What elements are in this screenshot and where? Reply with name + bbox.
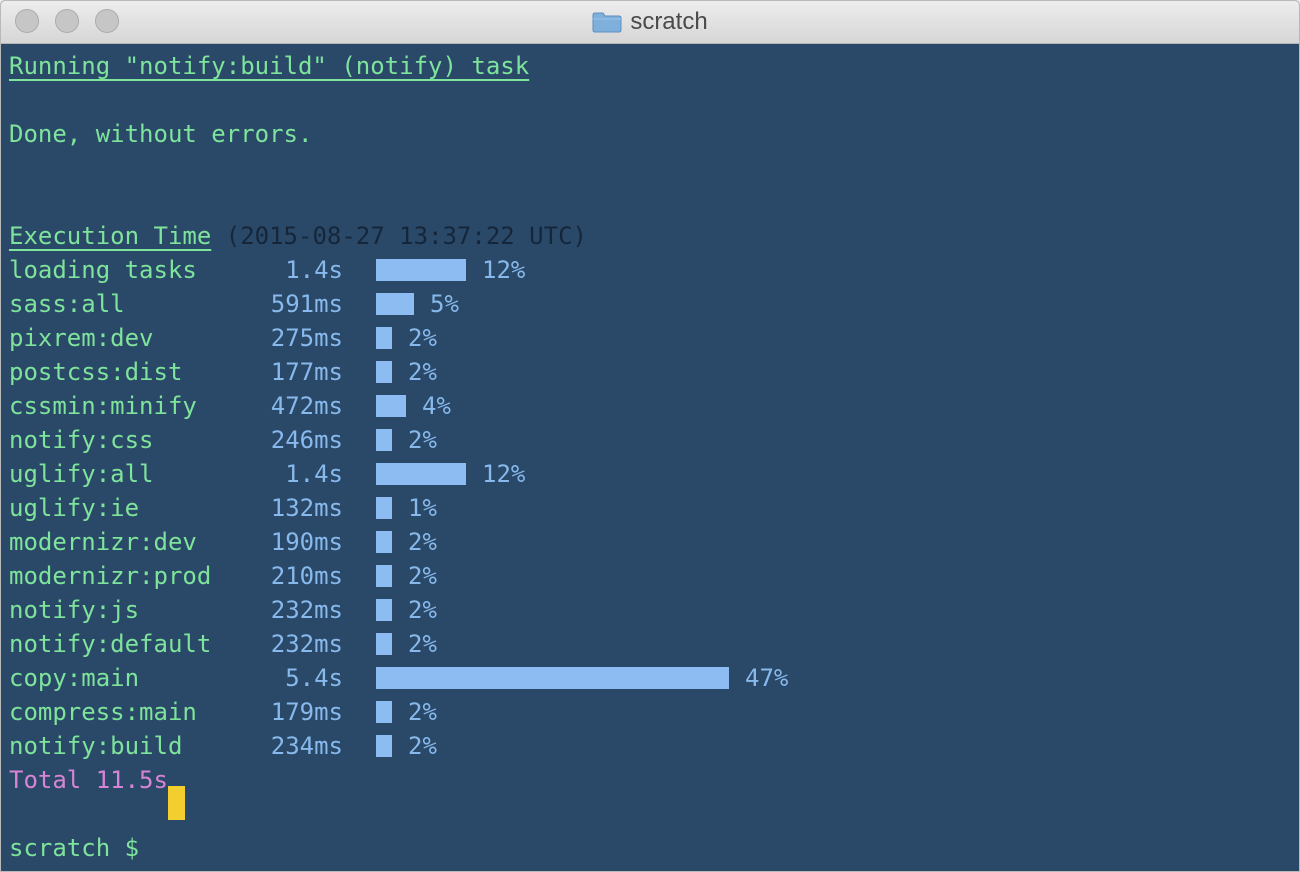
task-time: 179ms: [270, 698, 343, 726]
task-percent: 2%: [408, 596, 437, 624]
task-time-bar: [376, 633, 392, 655]
task-time: 190ms: [270, 528, 343, 556]
done-line: Done, without errors.: [9, 120, 313, 148]
task-time-bar: [376, 259, 466, 281]
task-time-bar: [376, 361, 392, 383]
task-time: 5.4s: [285, 664, 343, 692]
task-time: 210ms: [270, 562, 343, 590]
task-time: 232ms: [270, 630, 343, 658]
task-percent: 2%: [408, 630, 437, 658]
task-time-bar: [376, 293, 414, 315]
task-percent: 2%: [408, 698, 437, 726]
task-name: pixrem:dev: [9, 324, 154, 352]
task-percent: 12%: [482, 256, 526, 284]
task-time: 275ms: [270, 324, 343, 352]
task-name: sass:all: [9, 290, 125, 318]
task-percent: 2%: [408, 562, 437, 590]
task-percent: 1%: [408, 494, 437, 522]
task-time-bar: [376, 701, 392, 723]
task-percent: 47%: [745, 664, 789, 692]
task-time: 472ms: [270, 392, 343, 420]
task-time-bar: [376, 599, 392, 621]
task-time: 177ms: [270, 358, 343, 386]
task-time: 1.4s: [285, 256, 343, 284]
task-time-bar: [376, 531, 392, 553]
running-task-line: Running "notify:build" (notify) task: [9, 52, 530, 80]
task-time-bar: [376, 429, 392, 451]
task-percent: 5%: [430, 290, 459, 318]
folder-icon: [592, 11, 622, 33]
task-percent: 2%: [408, 358, 437, 386]
task-name: postcss:dist: [9, 358, 183, 386]
task-name: uglify:all: [9, 460, 154, 488]
task-name: modernizr:prod: [9, 562, 212, 590]
task-time: 232ms: [270, 596, 343, 624]
execution-time-heading: Execution Time: [9, 222, 212, 250]
task-percent: 4%: [422, 392, 451, 420]
task-name: notify:build: [9, 732, 183, 760]
task-time-bar: [376, 497, 392, 519]
task-time-bar: [376, 667, 729, 689]
task-time-bar: [376, 463, 466, 485]
task-percent: 2%: [408, 732, 437, 760]
task-percent: 2%: [408, 324, 437, 352]
execution-time-header: Execution Time (2015-08-27 13:37:22 UTC): [9, 219, 587, 253]
task-name: copy:main: [9, 664, 140, 692]
task-name: notify:css: [9, 426, 154, 454]
task-time-bar: [376, 395, 406, 417]
terminal-output[interactable]: Running "notify:build" (notify) task Don…: [1, 44, 1299, 871]
task-time: 132ms: [270, 494, 343, 522]
task-name: notify:default: [9, 630, 212, 658]
task-name: compress:main: [9, 698, 197, 726]
task-name: modernizr:dev: [9, 528, 197, 556]
task-name: loading tasks: [9, 256, 197, 284]
task-time-bar: [376, 565, 392, 587]
execution-timestamp: (2015-08-27 13:37:22 UTC): [211, 222, 587, 250]
task-time: 234ms: [270, 732, 343, 760]
task-name: cssmin:minify: [9, 392, 197, 420]
task-time: 591ms: [270, 290, 343, 318]
task-name: notify:js: [9, 596, 140, 624]
title-bar[interactable]: scratch: [1, 1, 1299, 44]
task-time-bar: [376, 327, 392, 349]
window-title: scratch: [630, 8, 708, 35]
terminal-window: scratch Running "notify:build" (notify) …: [0, 0, 1300, 872]
task-name: uglify:ie: [9, 494, 140, 522]
shell-prompt: scratch $: [9, 834, 154, 862]
task-percent: 2%: [408, 426, 437, 454]
task-percent: 12%: [482, 460, 526, 488]
total-line: Total 11.5s: [9, 766, 168, 794]
task-time: 246ms: [270, 426, 343, 454]
terminal-cursor: [168, 786, 185, 820]
task-time: 1.4s: [285, 460, 343, 488]
task-percent: 2%: [408, 528, 437, 556]
task-time-bar: [376, 735, 392, 757]
